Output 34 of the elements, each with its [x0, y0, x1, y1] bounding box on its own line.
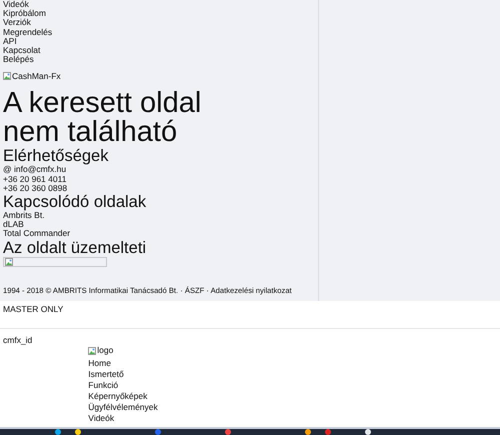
nav-link-text[interactable]: Funkció [88, 380, 118, 390]
footer-link[interactable]: +36 20 360 0898 [3, 182, 68, 193]
section-heading: Elérhetőségek [3, 147, 110, 166]
app-icon[interactable] [75, 429, 81, 435]
broken-image-icon [3, 72, 11, 80]
menu-link[interactable]: Videók [3, 0, 29, 9]
broken-image-icon [5, 258, 13, 266]
image-alt-text: logo [97, 345, 114, 356]
broken-image-icon [88, 346, 96, 354]
footer-link[interactable]: dLAB [3, 219, 24, 230]
footer-link[interactable]: Ambrits Bt. [3, 210, 45, 220]
menu-link[interactable]: API [3, 36, 17, 46]
menu-link[interactable]: Belépés [3, 54, 34, 64]
app-icon[interactable] [305, 429, 311, 435]
nav-link-text[interactable]: Videók [88, 412, 114, 422]
app-icon[interactable] [365, 429, 371, 435]
footer-link[interactable]: +36 20 961 4011 [3, 174, 66, 184]
section-heading: Az oldalt üzemelteti [3, 238, 148, 257]
field-label: cmfx_id [3, 334, 32, 347]
app-icon[interactable] [55, 429, 61, 435]
nav-link-text[interactable]: Ismertető [88, 368, 124, 378]
menu-link[interactable]: Kipróbálom [3, 8, 46, 18]
section-heading: Kapcsolódó oldalak [3, 193, 148, 212]
nav-link-text[interactable]: Képernyőképek [88, 390, 148, 400]
page-heading: A keresett oldal nem található [3, 89, 202, 148]
menu-link[interactable]: Verziók [3, 17, 31, 28]
footer-link[interactable]: @ info@cmfx.hu [3, 164, 66, 174]
menu-link[interactable]: Megrendelés [3, 26, 52, 37]
image-alt-text: CashMan-Fx [12, 72, 61, 82]
nav-link-text[interactable]: Ügyfélvélemények [88, 402, 158, 412]
footer-link[interactable]: Total Commander [3, 228, 70, 238]
master-only-label: MASTER ONLY [0, 301, 500, 329]
nav-link-text[interactable]: Home [88, 358, 111, 368]
menu-link[interactable]: Kapcsolat [3, 45, 40, 56]
